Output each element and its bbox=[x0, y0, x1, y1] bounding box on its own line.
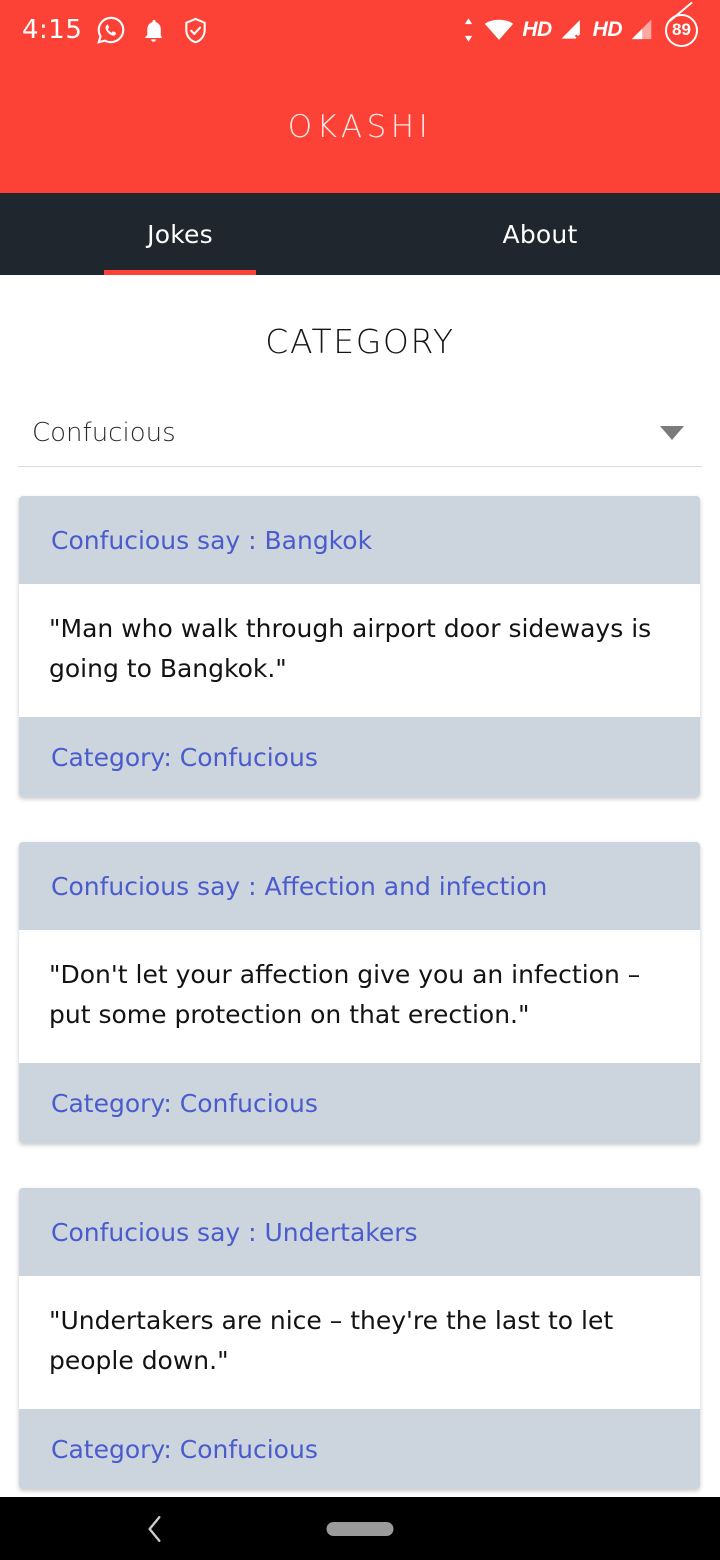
joke-card-title: Confucious say : Affection and infection bbox=[19, 842, 700, 930]
data-transfer-icon bbox=[465, 18, 473, 42]
tab-jokes-label: Jokes bbox=[147, 219, 213, 249]
joke-card-body: "Undertakers are nice – they're the last… bbox=[19, 1276, 700, 1409]
status-bar-right: HD HD 89 bbox=[461, 13, 698, 47]
back-chevron-icon[interactable] bbox=[134, 1508, 176, 1550]
app-bar: OKASHI bbox=[0, 60, 720, 193]
status-bar-clock: 4:15 bbox=[22, 15, 83, 45]
shield-icon bbox=[185, 17, 207, 43]
category-dropdown-value: Confucious bbox=[32, 417, 176, 448]
system-nav-bar bbox=[0, 1497, 720, 1560]
joke-card[interactable]: Confucious say : Bangkok "Man who walk t… bbox=[19, 496, 700, 797]
joke-card-title: Confucious say : Undertakers bbox=[19, 1188, 700, 1276]
joke-card[interactable]: Confucious say : Affection and infection… bbox=[19, 842, 700, 1143]
category-heading: CATEGORY bbox=[265, 322, 455, 361]
joke-card[interactable]: Confucious say : Undertakers "Undertaker… bbox=[19, 1188, 700, 1489]
tab-about[interactable]: About bbox=[360, 193, 720, 275]
signal-x-icon bbox=[561, 20, 581, 41]
hd-label-wifi: HD bbox=[522, 18, 552, 41]
joke-card-category: Category: Confucious bbox=[19, 717, 700, 797]
battery-level: 89 bbox=[672, 20, 691, 39]
category-dropdown[interactable]: Confucious bbox=[18, 399, 702, 467]
bell-icon bbox=[145, 19, 163, 42]
status-bar-left: 4:15 bbox=[22, 15, 210, 45]
app-title: OKASHI bbox=[287, 108, 433, 145]
battery-icon: 89 bbox=[665, 13, 698, 47]
content-area: CATEGORY Confucious Confucious say : Ban… bbox=[0, 275, 720, 1497]
hd-label-signal: HD bbox=[592, 18, 623, 41]
signal-icon bbox=[631, 19, 652, 40]
joke-card-title: Confucious say : Bangkok bbox=[19, 496, 700, 584]
status-bar: 4:15 HD HD 89 bbox=[0, 0, 720, 60]
tab-about-label: About bbox=[502, 219, 578, 249]
joke-card-category: Category: Confucious bbox=[19, 1063, 700, 1143]
wifi-icon bbox=[485, 19, 514, 40]
whatsapp-icon bbox=[97, 16, 125, 44]
phone-screen: 4:15 HD HD 89 OKASHI Jokes About CATEGOR… bbox=[0, 0, 720, 1560]
joke-card-body: "Don't let your affection give you an in… bbox=[19, 930, 700, 1063]
joke-card-body: "Man who walk through airport door sidew… bbox=[19, 584, 700, 717]
chevron-down-icon bbox=[660, 425, 684, 440]
joke-card-category: Category: Confucious bbox=[19, 1409, 700, 1489]
joke-list: Confucious say : Bangkok "Man who walk t… bbox=[0, 496, 720, 1497]
tab-bar: Jokes About bbox=[0, 193, 720, 275]
home-pill-icon[interactable] bbox=[326, 1521, 394, 1536]
tab-jokes[interactable]: Jokes bbox=[0, 193, 360, 275]
